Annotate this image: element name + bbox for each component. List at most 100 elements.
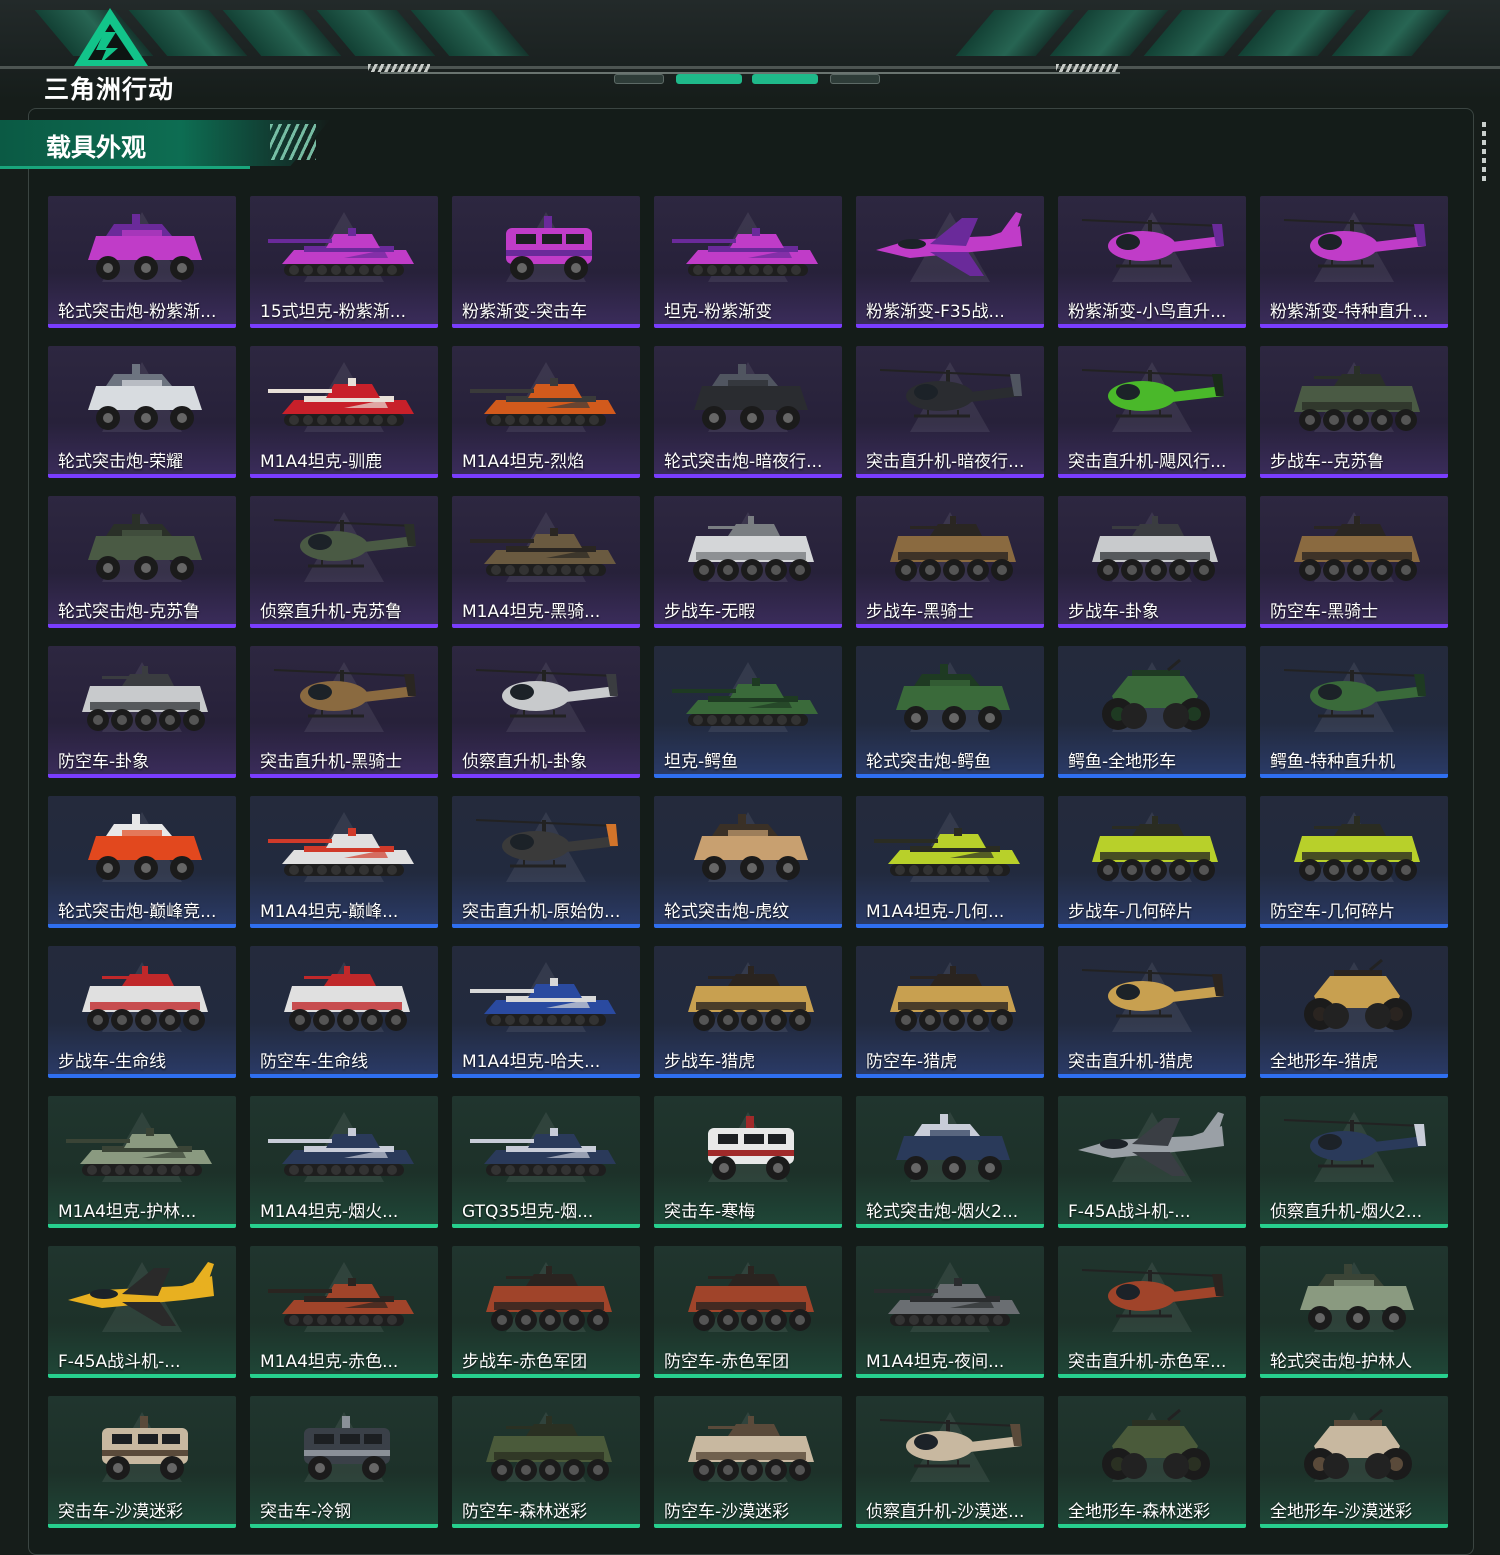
apc-vehicle-icon (88, 364, 202, 430)
vehicle-skin-label: 轮式突击炮-暗夜行... (664, 452, 823, 472)
vehicle-skin-card[interactable]: 全地形车-猎虎 (1260, 946, 1448, 1078)
vehicle-skin-card[interactable]: 侦察直升机-卦象 (452, 646, 640, 778)
vehicle-skin-label: 侦察直升机-克苏鲁 (260, 602, 403, 622)
vehicle-skin-card[interactable]: 粉紫渐变-特种直升... (1260, 196, 1448, 328)
vehicle-skin-card[interactable]: 防空车-赤色军团 (654, 1246, 842, 1378)
vehicle-skin-card[interactable]: 突击车-寒梅 (654, 1096, 842, 1228)
vehicle-skin-card[interactable]: M1A4坦克-烟火... (250, 1096, 438, 1228)
vehicle-skin-label: M1A4坦克-哈夫... (462, 1052, 601, 1072)
vehicle-skin-card[interactable]: 突击直升机-暗夜行... (856, 346, 1044, 478)
vehicle-skin-label: 突击直升机-赤色军... (1068, 1352, 1227, 1372)
vehicle-skin-card[interactable]: 轮式突击炮-护林人 (1260, 1246, 1448, 1378)
vehicle-skin-card[interactable]: 轮式突击炮-烟火2... (856, 1096, 1044, 1228)
heli-vehicle-icon (273, 519, 416, 568)
vehicle-skin-card[interactable]: 突击直升机-飓风行... (1058, 346, 1246, 478)
vehicle-skin-label: 鳄鱼-全地形车 (1068, 752, 1177, 772)
vehicle-skin-card[interactable]: 轮式突击炮-荣耀 (48, 346, 236, 478)
vehicle-skin-card[interactable]: 轮式突击炮-鳄鱼 (856, 646, 1044, 778)
vehicle-skin-card[interactable]: 侦察直升机-烟火2... (1260, 1096, 1448, 1228)
ifv-vehicle-icon (1092, 816, 1218, 881)
vehicle-skin-card[interactable]: M1A4坦克-赤色... (250, 1246, 438, 1378)
vehicle-skin-card[interactable]: 鳄鱼-全地形车 (1058, 646, 1246, 778)
vehicle-skin-card[interactable]: M1A4坦克-夜间... (856, 1246, 1044, 1378)
vehicle-skin-card[interactable]: 突击直升机-猎虎 (1058, 946, 1246, 1078)
header-hatch-left (368, 64, 430, 72)
vehicle-skin-card[interactable]: F-45A战斗机-... (1058, 1096, 1246, 1228)
vehicle-skin-card[interactable]: 步战车-猎虎 (654, 946, 842, 1078)
ifv-vehicle-icon (1294, 516, 1420, 581)
vehicle-skin-card[interactable]: 突击直升机-原始伪... (452, 796, 640, 928)
vehicle-skin-card[interactable]: M1A4坦克-几何... (856, 796, 1044, 928)
vehicle-skin-card[interactable]: 防空车-森林迷彩 (452, 1396, 640, 1528)
vehicle-skin-card[interactable]: 步战车-无暇 (654, 496, 842, 628)
apc-vehicle-icon (1300, 1264, 1414, 1330)
heli-vehicle-icon (1283, 1119, 1426, 1168)
vehicle-skin-card[interactable]: 轮式突击炮-克苏鲁 (48, 496, 236, 628)
vehicle-skin-card[interactable]: 15式坦克-粉紫渐... (250, 196, 438, 328)
vehicle-skin-card[interactable]: 步战车-生命线 (48, 946, 236, 1078)
heli-vehicle-icon (1283, 669, 1426, 718)
vehicle-skin-card[interactable]: M1A4坦克-护林... (48, 1096, 236, 1228)
vehicle-skin-card[interactable]: 突击车-冷钢 (250, 1396, 438, 1528)
vehicle-skin-card[interactable]: M1A4坦克-巅峰... (250, 796, 438, 928)
vehicle-skin-card[interactable]: 突击直升机-赤色军... (1058, 1246, 1246, 1378)
truck-vehicle-icon (506, 216, 592, 280)
heli-vehicle-icon (879, 369, 1022, 418)
tank-vehicle-icon (470, 378, 616, 426)
vehicle-skin-card[interactable]: 轮式突击炮-粉紫渐... (48, 196, 236, 328)
vehicle-skin-label: 防空车-森林迷彩 (462, 1502, 588, 1522)
vehicle-skin-card[interactable]: 防空车-猎虎 (856, 946, 1044, 1078)
vehicle-skin-label: 轮式突击炮-虎纹 (664, 902, 790, 922)
ifv-vehicle-icon (486, 1416, 612, 1481)
atv-vehicle-icon (1304, 958, 1412, 1030)
vehicle-skin-card[interactable]: 轮式突击炮-虎纹 (654, 796, 842, 928)
header-line (0, 66, 1500, 69)
vehicle-skin-label: 轮式突击炮-粉紫渐... (58, 302, 217, 322)
ifv-vehicle-icon (82, 666, 208, 731)
vehicle-skin-card[interactable]: 坦克-粉紫渐变 (654, 196, 842, 328)
vehicle-skin-card[interactable]: 步战车-黑骑士 (856, 496, 1044, 628)
vehicle-skin-card[interactable]: 全地形车-森林迷彩 (1058, 1396, 1246, 1528)
section-title-hatch (270, 124, 316, 160)
truck-vehicle-icon (102, 1416, 188, 1480)
vehicle-skin-card[interactable]: M1A4坦克-驯鹿 (250, 346, 438, 478)
vehicle-skin-card[interactable]: M1A4坦克-哈夫... (452, 946, 640, 1078)
vehicle-skin-card[interactable]: 全地形车-沙漠迷彩 (1260, 1396, 1448, 1528)
vehicle-skin-card[interactable]: 防空车-沙漠迷彩 (654, 1396, 842, 1528)
vehicle-skin-card[interactable]: 粉紫渐变-小鸟直升... (1058, 196, 1246, 328)
vehicle-skin-label: GTQ35坦克-烟... (462, 1202, 594, 1222)
vehicle-skin-card[interactable]: 防空车-几何碎片 (1260, 796, 1448, 928)
vehicle-skin-label: 全地形车-猎虎 (1270, 1052, 1379, 1072)
vehicle-skin-card[interactable]: M1A4坦克-黑骑... (452, 496, 640, 628)
vehicle-skin-card[interactable]: 侦察直升机-克苏鲁 (250, 496, 438, 628)
vehicle-skin-card[interactable]: GTQ35坦克-烟... (452, 1096, 640, 1228)
vehicle-skin-card[interactable]: 轮式突击炮-暗夜行... (654, 346, 842, 478)
panel-scroll-indicator[interactable] (1482, 122, 1486, 182)
vehicle-skin-card[interactable]: 步战车-赤色军团 (452, 1246, 640, 1378)
vehicle-skin-card[interactable]: 轮式突击炮-巅峰竞... (48, 796, 236, 928)
vehicle-skin-card[interactable]: 鳄鱼-特种直升机 (1260, 646, 1448, 778)
vehicle-skin-card[interactable]: 步战车--克苏鲁 (1260, 346, 1448, 478)
vehicle-skin-label: 轮式突击炮-烟火2... (866, 1202, 1019, 1222)
vehicle-skin-card[interactable]: 突击直升机-黑骑士 (250, 646, 438, 778)
ifv-vehicle-icon (1294, 366, 1420, 431)
heli-vehicle-icon (1081, 1269, 1224, 1318)
vehicle-skin-card[interactable]: 防空车-卦象 (48, 646, 236, 778)
vehicle-skin-card[interactable]: 粉紫渐变-突击车 (452, 196, 640, 328)
vehicle-skin-card[interactable]: 突击车-沙漠迷彩 (48, 1396, 236, 1528)
vehicle-skin-label: 防空车-黑骑士 (1270, 602, 1379, 622)
vehicle-skin-label: 粉紫渐变-F35战... (866, 302, 1005, 322)
vehicle-skin-label: 防空车-卦象 (58, 752, 150, 772)
vehicle-skin-card[interactable]: 侦察直升机-沙漠迷... (856, 1396, 1044, 1528)
header-pill-active (676, 74, 742, 84)
vehicle-skin-card[interactable]: 步战车-几何碎片 (1058, 796, 1246, 928)
vehicle-skin-card[interactable]: 防空车-生命线 (250, 946, 438, 1078)
vehicle-skin-card[interactable]: 防空车-黑骑士 (1260, 496, 1448, 628)
vehicle-skin-card[interactable]: 粉紫渐变-F35战... (856, 196, 1044, 328)
vehicle-skin-card[interactable]: M1A4坦克-烈焰 (452, 346, 640, 478)
tank-vehicle-icon (470, 978, 616, 1026)
vehicle-skin-card[interactable]: F-45A战斗机-... (48, 1246, 236, 1378)
vehicle-skin-card[interactable]: 坦克-鳄鱼 (654, 646, 842, 778)
vehicle-skin-card[interactable]: 步战车-卦象 (1058, 496, 1246, 628)
vehicle-skin-label: 突击直升机-猎虎 (1068, 1052, 1194, 1072)
